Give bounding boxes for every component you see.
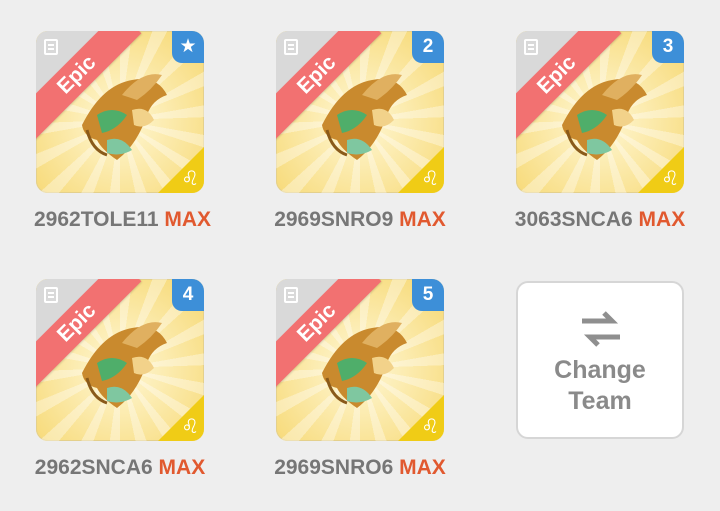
card-label: 2962TOLE11 MAX (34, 208, 211, 232)
level-max: MAX (399, 208, 446, 231)
notes-icon (44, 287, 58, 303)
card-tile[interactable]: Epic 4 ♌ (36, 279, 204, 441)
slot-number-badge: 4 (172, 279, 204, 311)
change-team-line1: Change (554, 356, 646, 384)
creature-code: 3063SNCA6 (514, 208, 633, 231)
card-label: 2969SNRO9 MAX (274, 208, 446, 232)
team-card-3[interactable]: Epic 3 ♌ 3063SNCA6 MAX (514, 31, 686, 232)
swap-arrows-icon (582, 311, 620, 347)
notes-icon (284, 39, 298, 55)
notes-icon (44, 39, 58, 55)
notes-icon (524, 39, 538, 55)
team-card-2[interactable]: Epic 2 ♌ 2969SNRO9 MAX (274, 31, 446, 232)
team-card-1[interactable]: Epic ★ ♌ 2962TOLE11 MAX (34, 31, 211, 232)
card-tile[interactable]: Epic 3 ♌ (516, 31, 684, 193)
card-tile[interactable]: Epic ★ ♌ (36, 31, 204, 193)
creature-code: 2969SNRO9 (274, 208, 394, 231)
card-label: 3063SNCA6 MAX (514, 208, 686, 232)
change-team-line2: Team (568, 387, 632, 415)
leo-icon: ♌ (181, 166, 199, 190)
slot-number-badge: 5 (412, 279, 444, 311)
star-icon: ★ (172, 31, 204, 63)
slot-number-badge: 3 (652, 31, 684, 63)
leo-icon: ♌ (661, 166, 679, 190)
creature-code: 2969SNRO6 (274, 456, 394, 479)
team-card-5[interactable]: Epic 5 ♌ 2969SNRO6 MAX (274, 279, 446, 480)
leo-icon: ♌ (181, 414, 199, 438)
notes-icon (284, 287, 298, 303)
creature-code: 2962SNCA6 (34, 456, 153, 479)
team-card-4[interactable]: Epic 4 ♌ 2962SNCA6 MAX (34, 279, 206, 480)
card-tile[interactable]: Epic 5 ♌ (276, 279, 444, 441)
level-max: MAX (638, 208, 686, 231)
leo-icon: ♌ (421, 414, 439, 438)
change-team-label: Change Team (518, 355, 682, 417)
creature-code: 2962TOLE11 (34, 208, 159, 231)
card-label: 2969SNRO6 MAX (274, 456, 446, 480)
level-max: MAX (399, 456, 446, 479)
level-max: MAX (158, 456, 206, 479)
card-label: 2962SNCA6 MAX (34, 456, 206, 480)
card-tile[interactable]: Epic 2 ♌ (276, 31, 444, 193)
slot-number-badge: 2 (412, 31, 444, 63)
leo-icon: ♌ (421, 166, 439, 190)
change-team-button[interactable]: Change Team (516, 281, 684, 439)
level-max: MAX (164, 208, 212, 231)
